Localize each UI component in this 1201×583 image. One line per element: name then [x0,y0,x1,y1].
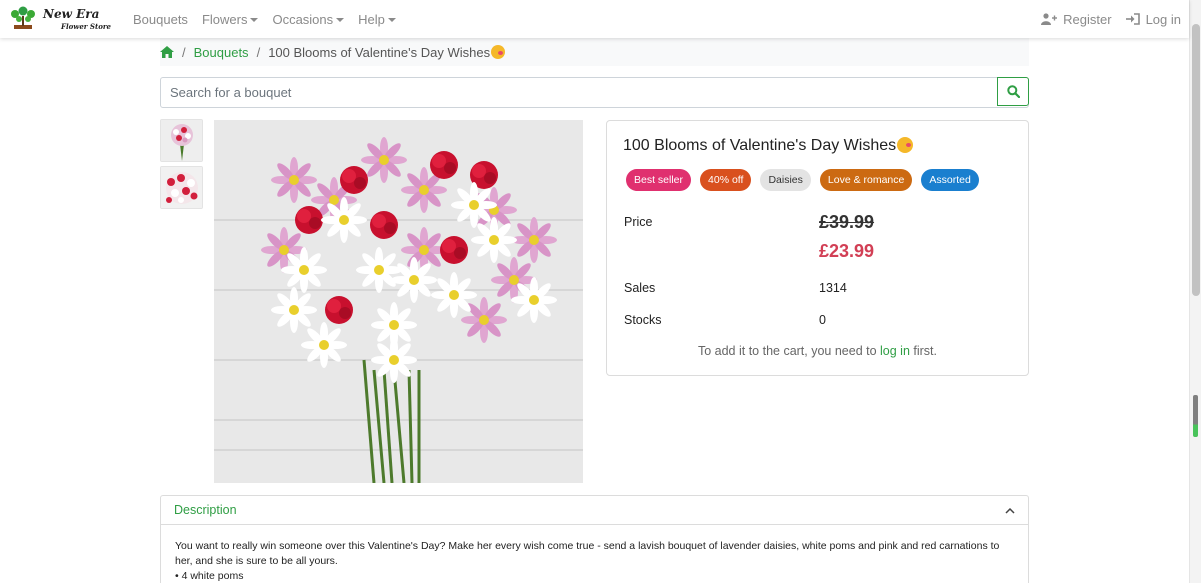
cart-login-link[interactable]: log in [880,344,910,358]
search-icon [1006,85,1020,98]
scroll-indicator [1193,395,1198,437]
chevron-up-icon [1005,507,1015,514]
bouquet-image [214,120,583,483]
stocks-value: 0 [819,313,826,327]
search-bar [160,77,1029,108]
caret-down-icon [250,18,259,23]
nav-bouquets-label: Bouquets [133,11,188,27]
badge-assorted[interactable]: Assorted [921,169,979,191]
original-price: £39.99 [819,212,875,232]
nav-occasions-label: Occasions [272,11,334,27]
nav-links: Bouquets Flowers Occasions Help [133,12,410,27]
breadcrumb-separator: / [182,44,186,60]
page-scrollbar[interactable] [1189,0,1201,583]
product-main-image [214,120,583,483]
nav-flowers-label: Flowers [201,11,248,27]
product-thumbnail-2[interactable] [160,166,203,209]
product-thumbnail-1[interactable] [160,119,203,162]
sales-value: 1314 [819,281,847,295]
breadcrumb-current: 100 Blooms of Valentine's Day Wishes [268,44,506,60]
register-link[interactable]: Register [1041,11,1112,27]
register-label: Register [1063,11,1112,27]
navbar: New Era Flower Store Bouquets Flowers Oc… [0,0,1189,38]
nav-bouquets[interactable]: Bouquets [133,12,188,27]
nav-help-label: Help [358,11,385,27]
tree-logo-icon [11,6,35,29]
caret-down-icon [387,18,396,23]
description-body: You want to really win someone over this… [161,525,1028,583]
badge-daisies[interactable]: Daisies [760,169,811,191]
cart-note-text: To add it to the cart, you need to [697,344,881,358]
caret-down-icon [336,18,345,23]
description-toggle[interactable]: Description [161,496,1028,525]
badge-discount[interactable]: 40% off [700,169,752,191]
product-title: 100 Blooms of Valentine's Day Wishes [623,137,914,155]
description-list-item-text: 4 white poms [181,570,244,582]
cart-note-text-end: first. [909,344,938,358]
breadcrumb: / Bouquets / 100 Blooms of Valentine's D… [160,38,1029,66]
sales-label: Sales [624,281,656,295]
login-link[interactable]: Log in [1125,11,1181,27]
nav-occasions-dropdown[interactable]: Occasions [272,11,345,27]
description-title: Description [174,503,237,517]
description-text: You want to really win someone over this… [175,540,1000,567]
kiss-emoji-icon [491,44,506,59]
brand-subtitle: Flower Store [61,22,112,31]
sign-in-icon [1125,13,1140,25]
nav-auth: Register Log in [1027,0,1181,38]
breadcrumb-home[interactable] [160,46,174,58]
cart-login-notice: To add it to the cart, you need to log i… [607,344,1028,358]
brand-name: New Era [43,7,100,21]
description-list-item: • 4 white poms [175,570,244,582]
price-label: Price [624,215,653,229]
breadcrumb-separator: / [256,44,261,60]
kiss-emoji-icon [897,137,914,153]
bouquet-thumbnail-image [161,120,202,161]
product-title-text: 100 Blooms of Valentine's Day Wishes [623,137,897,154]
product-info-card: 100 Blooms of Valentine's Day Wishes Bes… [606,120,1029,376]
search-button[interactable] [997,77,1029,106]
scrollbar-thumb[interactable] [1192,24,1200,296]
search-input[interactable] [161,78,997,107]
nav-help-dropdown[interactable]: Help [358,12,396,27]
badge-love-romance[interactable]: Love & romance [819,169,913,191]
user-plus-icon [1041,13,1058,25]
badge-best-seller[interactable]: Best seller [626,169,692,191]
breadcrumb-bouquets[interactable]: Bouquets [194,45,249,60]
bouquet-thumbnail-image [161,167,202,208]
login-label: Log in [1145,11,1181,27]
nav-flowers-dropdown[interactable]: Flowers [202,12,259,27]
stocks-label: Stocks [624,313,662,327]
sale-price: £23.99 [819,241,875,261]
brand-logo[interactable]: New Era Flower Store [9,1,121,37]
breadcrumb-current-label: 100 Blooms of Valentine's Day Wishes [268,44,491,60]
product-tags: Best seller 40% off Daisies Love & roman… [626,169,988,191]
description-accordion: Description You want to really win someo… [160,495,1029,583]
home-icon [160,46,174,58]
